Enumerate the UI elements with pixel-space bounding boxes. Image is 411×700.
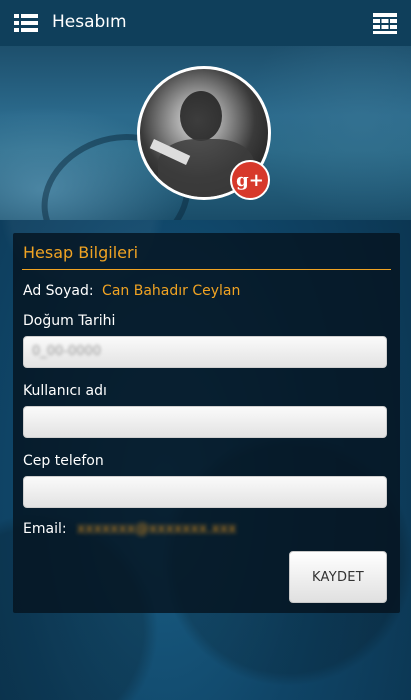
list-menu-icon[interactable] (14, 11, 38, 35)
username-field[interactable] (23, 406, 387, 438)
page-title: Hesabım (52, 12, 127, 32)
birthdate-label: Doğum Tarihi (23, 313, 116, 329)
save-button[interactable]: KAYDET (289, 551, 387, 603)
username-label: Kullanıcı adı (23, 383, 107, 399)
account-info-card: Hesap Bilgileri Ad Soyad: Can Bahadır Ce… (13, 233, 400, 613)
name-label: Ad Soyad: (23, 283, 94, 299)
section-title: Hesap Bilgileri (23, 243, 139, 262)
birthdate-value: 0_00-0000 (32, 344, 102, 359)
email-label: Email: (23, 521, 67, 537)
name-value: Can Bahadır Ceylan (102, 283, 241, 299)
grid-view-icon[interactable] (373, 12, 397, 34)
email-row: Email: xxxxxxx@xxxxxxx.xxx (23, 521, 236, 537)
name-row: Ad Soyad: Can Bahadır Ceylan (23, 283, 240, 299)
google-plus-icon[interactable]: g+ (230, 160, 270, 200)
top-bar: Hesabım (0, 0, 411, 46)
birthdate-field[interactable]: 0_00-0000 (23, 336, 387, 368)
section-divider (22, 269, 391, 270)
phone-field[interactable] (23, 476, 387, 508)
phone-label: Cep telefon (23, 453, 104, 469)
email-value: xxxxxxx@xxxxxxx.xxx (77, 521, 237, 537)
